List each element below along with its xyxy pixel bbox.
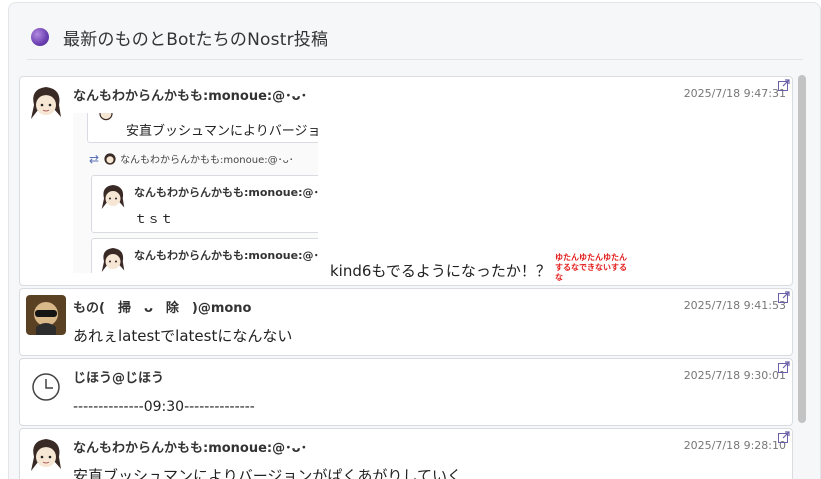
post-card[interactable]: じほう@じほう 2025/7/18 9:30:01 --------------… xyxy=(19,358,793,426)
external-link-icon[interactable] xyxy=(778,291,790,303)
post-card[interactable]: なんもわからんかもも:monoue:@･ᴗ･ 2025/7/18 9:47:31… xyxy=(19,76,793,286)
post-card[interactable]: もの( 掃 ᴗ 除 )@mono 2025/7/18 9:41:53 あれぇla… xyxy=(19,288,793,356)
post-timestamp: 2025/7/18 9:41:53 xyxy=(683,299,786,312)
post-timestamp: 2025/7/18 9:47:31 xyxy=(683,87,786,100)
embedded-card: なんもわからんかもも:monoue:@･ᴗ･ ｔｓｔ xyxy=(91,175,318,233)
external-link-icon[interactable] xyxy=(778,361,790,373)
post-text: --------------09:30-------------- xyxy=(73,399,255,415)
panel-title: 最新のものとBotたちのNostr投稿 xyxy=(63,29,329,50)
header-divider xyxy=(27,59,803,60)
post-text: あれぇlatestでlatestになんない xyxy=(73,327,293,345)
embedded-text: 安直ブッシュマンによりバージョ xyxy=(126,124,318,139)
repost-line: ⇄ なんもわからんかもも:monoue:@･ᴗ･ xyxy=(89,151,294,167)
avatar[interactable] xyxy=(26,435,66,475)
post-author[interactable]: じほう@じほう xyxy=(73,367,164,386)
clock-icon[interactable] xyxy=(26,365,66,405)
post-author[interactable]: なんもわからんかもも:monoue:@･ᴗ･ xyxy=(73,437,307,456)
avatar xyxy=(99,113,113,121)
avatar xyxy=(101,248,125,272)
post-text: 安直ブッシュマンによりバージョンがぱくあがりしていく xyxy=(73,467,462,479)
external-link-icon[interactable] xyxy=(778,431,790,443)
avatar[interactable] xyxy=(26,83,66,123)
post-timestamp: 2025/7/18 9:30:01 xyxy=(683,369,786,382)
embedded-text: ｔｓｔ xyxy=(134,212,174,227)
scrollbar-thumb[interactable] xyxy=(798,75,806,423)
embedded-screenshot: 安直ブッシュマンによりバージョ ⇄ なんもわからんかもも:monoue:@･ᴗ･… xyxy=(73,113,318,273)
post-author[interactable]: もの( 掃 ᴗ 除 )@mono xyxy=(73,297,251,316)
post-author[interactable]: なんもわからんかもも:monoue:@･ᴗ･ xyxy=(73,85,307,104)
embedded-card: 安直ブッシュマンによりバージョ xyxy=(87,113,318,143)
panel-header: 最新のものとBotたちのNostr投稿 xyxy=(31,21,328,53)
avatar[interactable] xyxy=(26,295,66,335)
emoji-sticker: ゆたんゆたんゆたん するなできないするな xyxy=(555,253,627,282)
post-timestamp: 2025/7/18 9:28:10 xyxy=(683,439,786,452)
avatar xyxy=(101,185,125,209)
repost-icon: ⇄ xyxy=(89,151,100,166)
embedded-card: なんもわからんかもも:monoue:@･ᴗ･ xyxy=(91,238,318,273)
repost-author: なんもわからんかもも:monoue:@･ᴗ･ xyxy=(120,155,294,166)
avatar xyxy=(104,152,116,165)
post-text: kind6もでるようになったか！？ xyxy=(330,262,551,280)
external-link-icon[interactable] xyxy=(778,79,790,91)
purple-dot-icon xyxy=(31,28,49,46)
embedded-author: なんもわからんかもも:monoue:@･ᴗ･ xyxy=(134,186,318,199)
embedded-author: なんもわからんかもも:monoue:@･ᴗ･ xyxy=(134,249,318,262)
post-card[interactable]: なんもわからんかもも:monoue:@･ᴗ･ 2025/7/18 9:28:10… xyxy=(19,428,793,479)
